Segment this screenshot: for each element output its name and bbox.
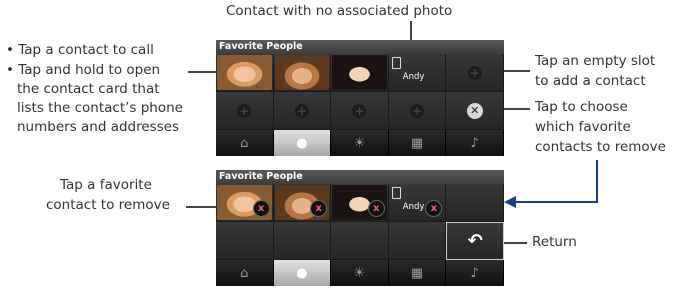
flow-arrowhead-icon xyxy=(504,196,516,208)
people-tab[interactable]: ● xyxy=(273,260,332,286)
house-icon: ⌂ xyxy=(240,265,249,281)
favorite-contact-2[interactable] xyxy=(273,54,332,92)
empty-slot[interactable]: + xyxy=(388,92,447,130)
favorite-contact-3[interactable] xyxy=(331,54,389,92)
favorite-people-screen-top: Favorite People Andy + + + + + ✕ ⌂ ● ☀ ▦… xyxy=(216,40,504,156)
music-icon: ♪ xyxy=(470,135,479,151)
apps-tab[interactable]: ▦ xyxy=(388,260,447,286)
empty-slot[interactable]: + xyxy=(216,92,274,130)
contact-name: Andy xyxy=(402,202,425,212)
bullet-dot: • xyxy=(6,62,19,78)
plus-circle-icon: + xyxy=(467,65,482,80)
phone-placeholder-icon xyxy=(391,187,401,199)
house-icon: ⌂ xyxy=(240,135,249,151)
annotation-remove-line2: which favorite xyxy=(535,119,631,135)
favorite-contact-1[interactable] xyxy=(216,54,274,92)
plus-circle-icon: + xyxy=(410,103,425,118)
x-circle-icon: ✕ xyxy=(466,102,483,119)
bullet-2-line1: Tap and hold to open xyxy=(18,62,161,78)
bottom-nav: ⌂ ● ☀ ▦ ♪ xyxy=(216,130,504,156)
annotation-add-line2: to add a contact xyxy=(535,73,646,89)
empty-slot xyxy=(273,222,332,260)
annotation-bottom-line1: Tap a favorite xyxy=(60,177,152,193)
music-tab[interactable]: ♪ xyxy=(446,130,504,156)
person-icon: ● xyxy=(296,135,308,151)
grid-icon: ▦ xyxy=(410,135,424,151)
bullet-2-line2: the contact card that xyxy=(17,81,160,97)
contact-photo xyxy=(217,55,272,90)
person-icon: ● xyxy=(296,265,308,281)
home-tab[interactable]: ⌂ xyxy=(216,130,274,156)
screen-title: Favorite People xyxy=(216,170,504,184)
favorite-contact-3[interactable]: x xyxy=(331,184,389,222)
bullet-2-line3: lists the contact’s phone xyxy=(17,100,183,116)
remove-marker-icon: x xyxy=(367,200,385,217)
annotation-remove-line3: contacts to remove xyxy=(535,139,666,155)
apps-tab[interactable]: ▦ xyxy=(388,130,447,156)
return-arrow-icon: ↶ xyxy=(467,230,483,252)
empty-slot xyxy=(446,184,504,222)
plus-circle-icon: + xyxy=(237,103,252,118)
bullet-2-line4: numbers and addresses xyxy=(17,119,180,135)
screen-title: Favorite People xyxy=(216,40,504,54)
bullet-dot: • xyxy=(6,42,19,58)
favorites-grid: Andy + + + + + ✕ xyxy=(216,54,504,130)
annotation-no-photo: Contact with no associated photo xyxy=(226,3,453,19)
favorite-contact-andy[interactable]: Andy x xyxy=(388,184,447,222)
plus-circle-icon: + xyxy=(294,103,309,118)
favorite-people-screen-bottom: Favorite People x x x Andy x ↶ ⌂ ● ☀ ▦ ♪ xyxy=(216,170,504,286)
annotation-bottom-line2: contact to remove xyxy=(46,197,170,213)
favorites-grid: x x x Andy x ↶ xyxy=(216,184,504,260)
contact-name: Andy xyxy=(402,72,425,82)
contact-photo xyxy=(332,55,387,90)
grid-icon: ▦ xyxy=(410,265,424,281)
people-tab[interactable]: ● xyxy=(273,130,332,156)
favorite-contact-2[interactable]: x xyxy=(273,184,332,222)
annotation-add-line1: Tap an empty slot xyxy=(535,53,656,69)
music-icon: ♪ xyxy=(470,265,479,281)
empty-slot xyxy=(216,222,274,260)
bottom-nav: ⌂ ● ☀ ▦ ♪ xyxy=(216,260,504,286)
remove-marker-icon: x xyxy=(425,200,443,217)
phone-placeholder-icon xyxy=(391,57,401,69)
flow-arrow-horizontal xyxy=(516,201,598,203)
contact-photo xyxy=(274,55,330,90)
annotation-remove-line1: Tap to choose xyxy=(535,99,628,115)
empty-slot xyxy=(388,222,447,260)
favorite-contact-andy[interactable]: Andy xyxy=(388,54,447,92)
return-button[interactable]: ↶ xyxy=(446,222,504,260)
empty-slot[interactable]: + xyxy=(273,92,332,130)
music-tab[interactable]: ♪ xyxy=(446,260,504,286)
weather-tab[interactable]: ☀ xyxy=(331,130,389,156)
remove-marker-icon: x xyxy=(252,200,270,217)
favorite-contact-1[interactable]: x xyxy=(216,184,274,222)
plus-circle-icon: + xyxy=(352,103,367,118)
sun-icon: ☀ xyxy=(353,135,366,151)
remove-mode-button[interactable]: ✕ xyxy=(446,92,504,130)
flow-arrow-vertical xyxy=(596,160,598,202)
weather-tab[interactable]: ☀ xyxy=(331,260,389,286)
empty-slot[interactable]: + xyxy=(331,92,389,130)
empty-slot[interactable]: + xyxy=(446,54,504,92)
bullet-1: Tap a contact to call xyxy=(18,42,154,58)
annotation-return: Return xyxy=(532,234,577,250)
home-tab[interactable]: ⌂ xyxy=(216,260,274,286)
sun-icon: ☀ xyxy=(353,265,366,281)
empty-slot xyxy=(331,222,389,260)
